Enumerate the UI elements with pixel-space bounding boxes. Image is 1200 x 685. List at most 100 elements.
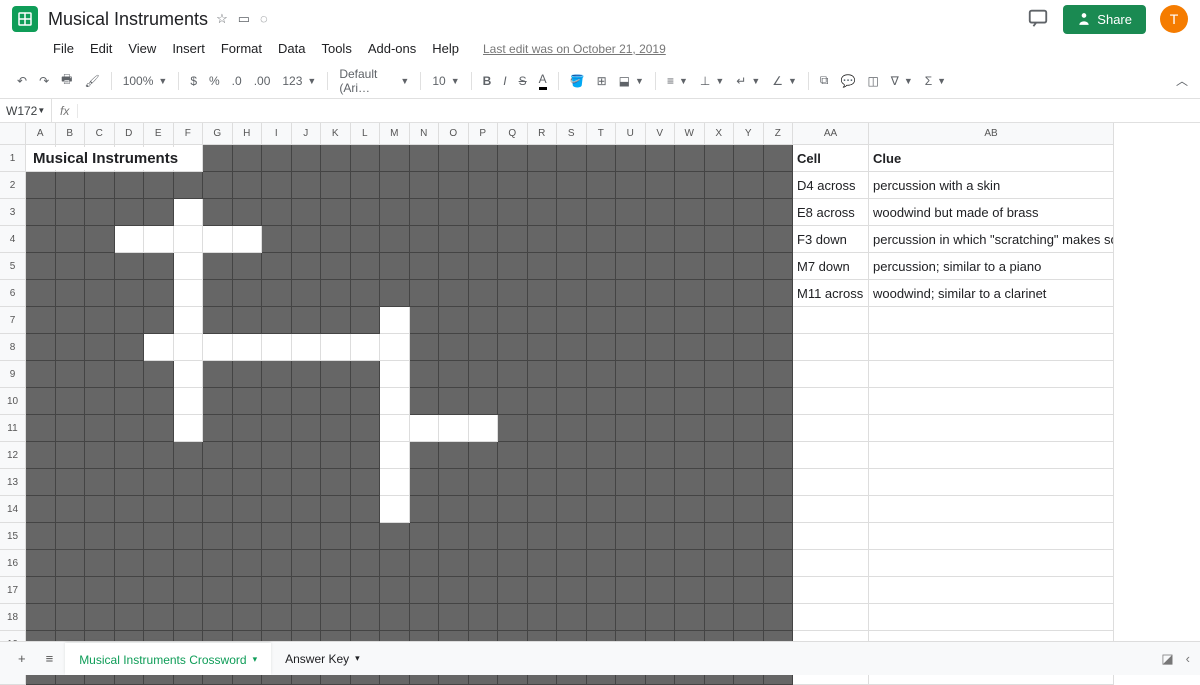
- decrease-decimal-button[interactable]: .0: [227, 70, 247, 92]
- increase-decimal-button[interactable]: .00: [249, 70, 276, 92]
- grid-cell[interactable]: [469, 172, 499, 199]
- grid-cell[interactable]: [380, 280, 410, 307]
- grid-cell[interactable]: [233, 415, 263, 442]
- grid-cell[interactable]: [380, 496, 410, 523]
- grid-cell[interactable]: [793, 361, 869, 388]
- grid-cell[interactable]: [262, 334, 292, 361]
- grid-cell[interactable]: [469, 442, 499, 469]
- grid-cell[interactable]: [616, 496, 646, 523]
- grid-cell[interactable]: [734, 145, 764, 172]
- italic-button[interactable]: I: [498, 70, 511, 92]
- grid-cell[interactable]: [292, 172, 322, 199]
- grid-cell[interactable]: [144, 442, 174, 469]
- col-header[interactable]: Q: [498, 123, 528, 145]
- grid-cell[interactable]: [144, 199, 174, 226]
- grid-cell[interactable]: [646, 145, 676, 172]
- col-header[interactable]: I: [262, 123, 292, 145]
- grid-cell[interactable]: [646, 523, 676, 550]
- grid-cell[interactable]: [557, 577, 587, 604]
- menu-view[interactable]: View: [121, 38, 163, 59]
- grid-cell[interactable]: [56, 550, 86, 577]
- grid-cell[interactable]: [469, 361, 499, 388]
- grid-cell[interactable]: [292, 334, 322, 361]
- grid-cell[interactable]: [26, 550, 56, 577]
- grid-cell[interactable]: [85, 334, 115, 361]
- grid-cell[interactable]: [587, 442, 617, 469]
- grid-cell[interactable]: [498, 523, 528, 550]
- grid-cell[interactable]: [646, 172, 676, 199]
- grid-cell[interactable]: [292, 415, 322, 442]
- grid-cell[interactable]: Cell: [793, 145, 869, 172]
- grid-cell[interactable]: [557, 226, 587, 253]
- grid-cell[interactable]: [262, 226, 292, 253]
- grid-cell[interactable]: [233, 550, 263, 577]
- grid-cell[interactable]: [793, 496, 869, 523]
- grid-cell[interactable]: [439, 145, 469, 172]
- grid-cell[interactable]: [469, 253, 499, 280]
- grid-cell[interactable]: [705, 145, 735, 172]
- grid-cell[interactable]: [439, 550, 469, 577]
- grid-cell[interactable]: [764, 604, 794, 631]
- grid-cell[interactable]: [498, 145, 528, 172]
- grid-cell[interactable]: [705, 361, 735, 388]
- grid-cell[interactable]: [174, 253, 204, 280]
- grid-cell[interactable]: [410, 496, 440, 523]
- grid-cell[interactable]: woodwind but made of brass: [869, 199, 1114, 226]
- grid-cell[interactable]: [262, 577, 292, 604]
- grid-cell[interactable]: [439, 361, 469, 388]
- grid-cell[interactable]: [380, 523, 410, 550]
- grid-cell[interactable]: [174, 388, 204, 415]
- grid-cell[interactable]: [705, 442, 735, 469]
- grid-cell[interactable]: [557, 334, 587, 361]
- grid-cell[interactable]: [233, 280, 263, 307]
- side-panel-toggle[interactable]: ‹: [1186, 651, 1190, 667]
- grid-cell[interactable]: [439, 172, 469, 199]
- grid-cell[interactable]: [675, 145, 705, 172]
- grid-cell[interactable]: [203, 604, 233, 631]
- grid-cell[interactable]: [380, 469, 410, 496]
- grid-cell[interactable]: M11 across: [793, 280, 869, 307]
- grid-cell[interactable]: [675, 496, 705, 523]
- grid-cell[interactable]: [764, 442, 794, 469]
- grid-cell[interactable]: [26, 469, 56, 496]
- grid-cell[interactable]: [587, 172, 617, 199]
- grid-cell[interactable]: [616, 442, 646, 469]
- grid-cell[interactable]: [262, 145, 292, 172]
- grid-cell[interactable]: [233, 199, 263, 226]
- grid-cell[interactable]: [587, 523, 617, 550]
- move-icon[interactable]: ▭: [238, 11, 250, 27]
- col-header[interactable]: A: [26, 123, 56, 145]
- collapse-toolbar-button[interactable]: ︿: [1176, 72, 1188, 89]
- grid-cell[interactable]: [528, 307, 558, 334]
- grid-cell[interactable]: Clue: [869, 145, 1114, 172]
- grid-cell[interactable]: [115, 226, 145, 253]
- col-header[interactable]: R: [528, 123, 558, 145]
- grid-cell[interactable]: [174, 469, 204, 496]
- grid-cell[interactable]: [262, 604, 292, 631]
- grid-cell[interactable]: [793, 415, 869, 442]
- grid-cell[interactable]: [557, 550, 587, 577]
- grid-cell[interactable]: [144, 550, 174, 577]
- grid-cell[interactable]: [262, 172, 292, 199]
- grid-cell[interactable]: [233, 334, 263, 361]
- more-formats-button[interactable]: 123▼: [277, 70, 321, 92]
- grid-cell[interactable]: [734, 280, 764, 307]
- grid-cell[interactable]: [115, 361, 145, 388]
- grid-cell[interactable]: [705, 523, 735, 550]
- grid-cell[interactable]: [587, 388, 617, 415]
- grid-cell[interactable]: [144, 523, 174, 550]
- grid-cell[interactable]: [734, 361, 764, 388]
- grid-cell[interactable]: [616, 172, 646, 199]
- grid-cell[interactable]: [174, 550, 204, 577]
- col-header[interactable]: G: [203, 123, 233, 145]
- grid-cell[interactable]: [174, 334, 204, 361]
- grid-cell[interactable]: [734, 172, 764, 199]
- grid-cell[interactable]: [203, 550, 233, 577]
- grid-cell[interactable]: [292, 199, 322, 226]
- grid-cell[interactable]: [439, 334, 469, 361]
- grid-cell[interactable]: [734, 388, 764, 415]
- col-header[interactable]: W: [675, 123, 705, 145]
- grid-cell[interactable]: [557, 253, 587, 280]
- grid-cell[interactable]: [646, 388, 676, 415]
- grid-cell[interactable]: [734, 334, 764, 361]
